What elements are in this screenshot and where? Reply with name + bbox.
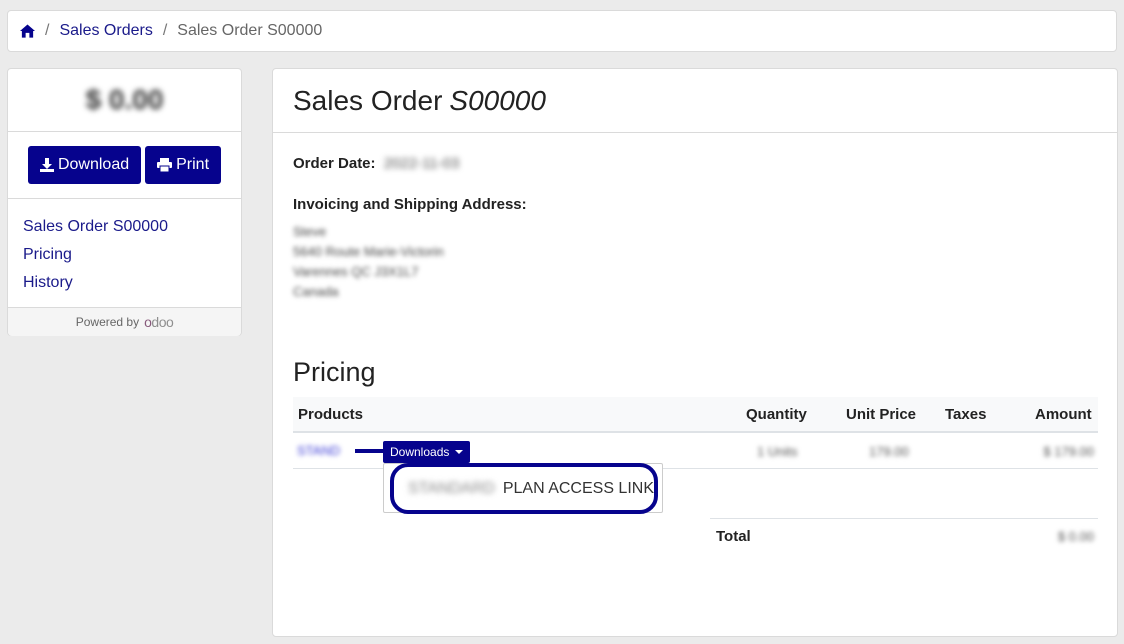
page-title: Sales Order S00000 bbox=[273, 69, 1117, 133]
page-title-number: S00000 bbox=[449, 84, 546, 116]
downloads-dropdown-button[interactable]: Downloads bbox=[383, 441, 471, 463]
sidebar-item-pricing[interactable]: Pricing bbox=[23, 241, 226, 269]
address-line: Steve bbox=[293, 224, 327, 239]
sidebar-item-history[interactable]: History bbox=[23, 269, 226, 297]
caret-down-icon bbox=[455, 450, 464, 454]
product-name[interactable]: STAND bbox=[297, 443, 340, 458]
table-header: Products Quantity Unit Price Taxes Amoun… bbox=[293, 397, 1098, 433]
page-title-prefix: Sales Order bbox=[293, 84, 443, 116]
quantity-value: 1 Units bbox=[757, 444, 798, 459]
unit-price-value: 179.00 bbox=[869, 444, 909, 459]
breadcrumb-separator: / bbox=[162, 22, 168, 39]
address-block: Steve 5640 Route Marie-Victorin Varennes… bbox=[293, 222, 444, 302]
print-icon bbox=[157, 158, 173, 172]
powered-by-label: Powered by bbox=[75, 315, 140, 329]
print-label: Print bbox=[176, 156, 210, 173]
order-date: Order Date: 2022-11-03 bbox=[293, 155, 459, 172]
header-taxes: Taxes bbox=[945, 406, 987, 423]
header-quantity: Quantity bbox=[746, 406, 807, 423]
plan-name: STANDARD bbox=[408, 480, 495, 497]
breadcrumb: / Sales Orders / Sales Order S00000 bbox=[7, 10, 1117, 52]
header-amount: Amount bbox=[1035, 406, 1092, 423]
address-label: Invoicing and Shipping Address: bbox=[293, 196, 527, 213]
header-products: Products bbox=[298, 406, 364, 423]
download-icon bbox=[39, 158, 54, 172]
order-date-value: 2022-11-03 bbox=[383, 155, 460, 172]
pricing-table: Products Quantity Unit Price Taxes Amoun… bbox=[293, 397, 1098, 469]
plan-access-link[interactable]: STANDARD PLAN ACCESS LINK bbox=[408, 480, 654, 498]
powered-by: Powered by oodoodoo bbox=[8, 308, 241, 336]
downloads-label: Downloads bbox=[390, 445, 450, 459]
header-unit-price: Unit Price bbox=[846, 406, 917, 423]
sidebar-actions: Download Print bbox=[8, 132, 241, 199]
sidebar: $ 0.00 Download Print Sales Order S00000… bbox=[7, 68, 242, 336]
total-row: Total $ 0.00 bbox=[710, 518, 1098, 552]
address-line: Varennes QC J3X1L7 bbox=[293, 264, 419, 279]
total-label: Total bbox=[716, 528, 751, 545]
address-line: 5640 Route Marie-Victorin bbox=[293, 244, 444, 259]
download-label: Download bbox=[57, 156, 130, 173]
plan-access-link-label: PLAN ACCESS LINK bbox=[502, 480, 654, 497]
amount-value: $ 179.00 bbox=[1043, 444, 1094, 459]
odoo-logo[interactable]: oodoodoo bbox=[144, 314, 174, 330]
order-date-label: Order Date: bbox=[293, 155, 376, 172]
breadcrumb-current: Sales Order S00000 bbox=[177, 22, 323, 39]
total-value: $ 0.00 bbox=[1057, 529, 1094, 544]
download-button[interactable]: Download bbox=[27, 146, 142, 184]
pricing-heading: Pricing bbox=[293, 357, 376, 387]
main-content: Sales Order S00000 Order Date: 2022-11-0… bbox=[272, 68, 1118, 637]
sidebar-nav: Sales Order S00000 Pricing History bbox=[8, 199, 241, 308]
breadcrumb-separator: / bbox=[45, 22, 50, 39]
order-amount: $ 0.00 bbox=[8, 69, 241, 132]
print-button[interactable]: Print bbox=[145, 146, 222, 184]
breadcrumb-sales-orders[interactable]: Sales Orders bbox=[59, 22, 152, 40]
address-line: Canada bbox=[293, 284, 339, 299]
sidebar-item-sales-order[interactable]: Sales Order S00000 bbox=[23, 213, 226, 241]
home-icon[interactable] bbox=[20, 24, 35, 38]
